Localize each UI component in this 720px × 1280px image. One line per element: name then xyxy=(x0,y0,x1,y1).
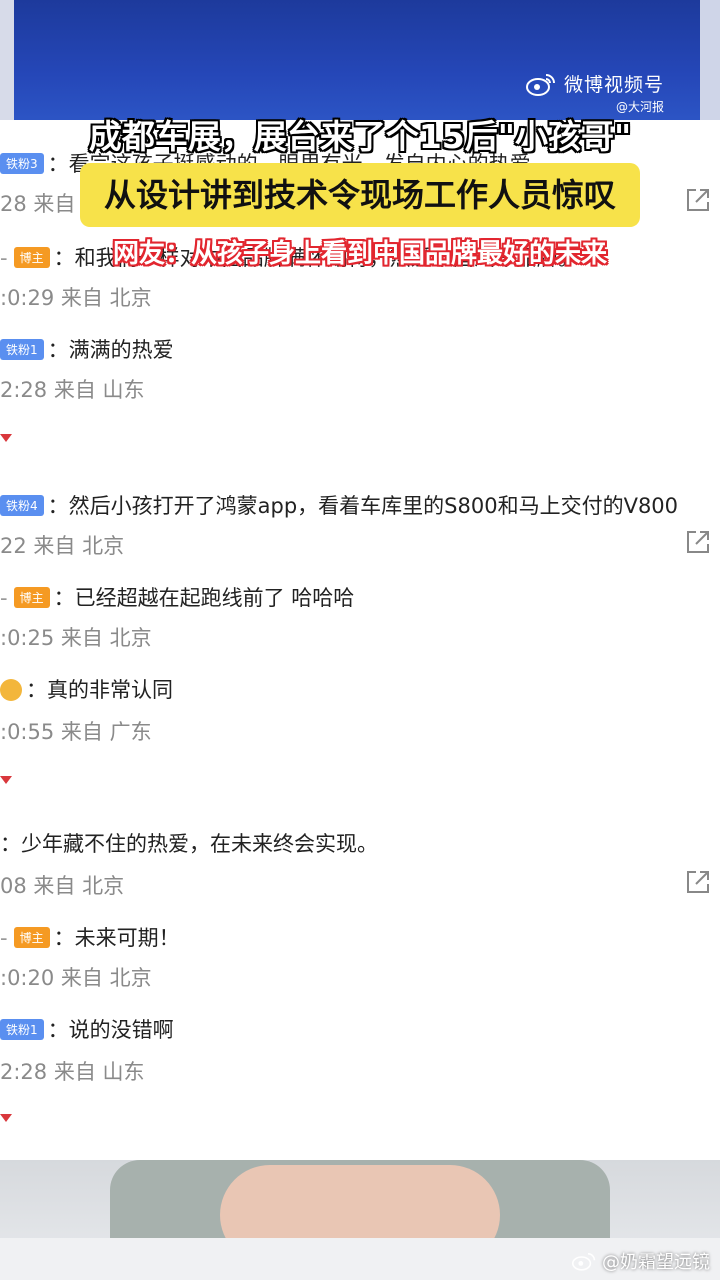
comment-text: ：已经超越在起跑线前了 哈哈哈 xyxy=(53,586,355,610)
share-icon[interactable] xyxy=(684,186,712,214)
comment-row: 铁粉1 ：满满的热爱 xyxy=(0,334,720,364)
comment-meta: :0:25 来自 北京 xyxy=(0,626,152,650)
comment-row: ：真的非常认同 xyxy=(0,674,720,704)
comment-row: - 博主 ：已经超越在起跑线前了 哈哈哈 xyxy=(0,586,355,610)
watermark: @奶霜望远镜 xyxy=(572,1248,710,1274)
fan-badge: 铁粉4 xyxy=(0,495,44,516)
comment-meta: :0:20 来自 北京 xyxy=(0,966,152,990)
comment-meta: 08 来自 北京 xyxy=(0,874,125,898)
weibo-video-brand: 微博视频号 xyxy=(525,70,664,97)
headline-line1: 成都车展，展台来了个15后"小孩哥" xyxy=(88,117,632,156)
comment-text: ：说的没错啊 xyxy=(47,1018,174,1042)
blogger-badge: 博主 xyxy=(13,587,50,608)
share-icon[interactable] xyxy=(684,528,712,556)
top-banner: 微博视频号 @大河报 xyxy=(0,0,720,125)
comment-meta: :0:29 来自 北京 xyxy=(0,286,152,310)
blogger-badge: 博主 xyxy=(13,247,50,268)
fan-badge: 铁粉1 xyxy=(0,339,44,360)
headline-line3: 网友：从孩子身上看到中国品牌最好的未来 xyxy=(112,239,607,269)
comment-row: 铁粉1 ：说的没错啊 xyxy=(0,1014,720,1044)
platform-label: 微博视频号 xyxy=(563,74,664,96)
weibo-logo-icon xyxy=(525,73,555,96)
weibo-logo-icon xyxy=(572,1253,596,1271)
avatar-emoji-icon xyxy=(0,679,22,701)
comment-text: ：未来可期！ xyxy=(53,926,180,950)
comment-panel: 铁粉3：看完这孩子挺感动的，眼里有光，发自内心的热爱 28 来自 北京 -博主：… xyxy=(0,120,720,1160)
expand-arrow-icon[interactable] xyxy=(0,776,12,784)
banner-right-stripe xyxy=(700,0,720,125)
comment-text: ：少年藏不住的热爱，在未来终会实现。 xyxy=(0,832,378,856)
share-icon[interactable] xyxy=(684,868,712,896)
comment-row: 铁粉4 ：然后小孩打开了鸿蒙app，看着车库里的S800和马上交付的V800 xyxy=(0,490,720,520)
comment-row: ：少年藏不住的热爱，在未来终会实现。 xyxy=(0,828,720,858)
blogger-badge: 博主 xyxy=(13,927,50,948)
comment-meta: 2:28 来自 山东 xyxy=(0,1060,145,1084)
watermark-text: @奶霜望远镜 xyxy=(602,1252,710,1273)
comment-meta: :0:55 来自 广东 xyxy=(0,720,152,744)
banner-left-stripe xyxy=(0,0,14,125)
comment-text: ：然后小孩打开了鸿蒙app，看着车库里的S800和马上交付的V800 xyxy=(47,494,679,518)
comment-meta: 22 来自 北京 xyxy=(0,534,125,558)
headline-line2: 从设计讲到技术令现场工作人员惊叹 xyxy=(80,163,640,227)
comment-text: ：真的非常认同 xyxy=(26,678,173,702)
fan-badge: 铁粉1 xyxy=(0,1019,44,1040)
comment-row: - 博主 ：未来可期！ xyxy=(0,926,180,950)
comment-text: ：满满的热爱 xyxy=(47,338,174,362)
expand-arrow-icon[interactable] xyxy=(0,1114,12,1122)
comment-meta: 2:28 来自 山东 xyxy=(0,378,145,402)
expand-arrow-icon[interactable] xyxy=(0,434,12,442)
